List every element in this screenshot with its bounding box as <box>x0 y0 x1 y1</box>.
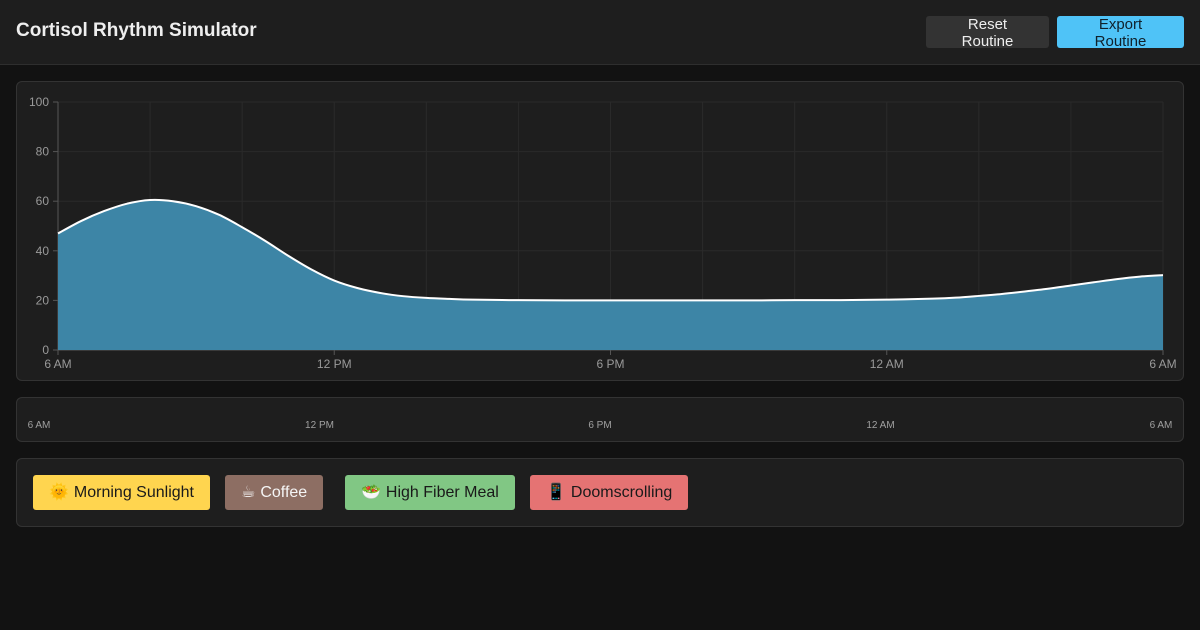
activity-label: Coffee <box>260 484 308 501</box>
cortisol-chart-panel: 0 20 40 60 80 100 6 AM 12 PM 6 PM 12 AM 6 AM <box>16 81 1184 381</box>
app-title: Cortisol Rhythm Simulator <box>16 20 257 41</box>
activity-doomscrolling[interactable]: 📱 Doomscrolling <box>530 475 689 510</box>
export-routine-button[interactable]: Export Routine <box>1057 16 1184 50</box>
activity-morning-sunlight[interactable]: 🌞 Morning Sunlight <box>33 475 210 510</box>
activity-high-fiber-meal[interactable]: 🥗 High Fiber Meal <box>345 475 515 510</box>
x-tick-label: 6 AM <box>1149 357 1176 371</box>
y-tick-label: 0 <box>42 343 49 357</box>
coffee-cup-icon: ☕ <box>241 484 256 501</box>
activity-label: Morning Sunlight <box>73 484 194 501</box>
y-tick-label: 100 <box>29 95 49 109</box>
timeline-time-label: 6 AM <box>1149 420 1173 431</box>
x-tick-label: 6 PM <box>596 357 624 371</box>
activity-label: Doomscrolling <box>570 484 673 501</box>
reset-routine-button[interactable]: Reset Routine <box>926 16 1049 50</box>
timeline-time-label: 6 PM <box>588 420 612 431</box>
timeline-time-label: 6 AM <box>27 420 51 431</box>
y-tick-label: 80 <box>36 145 50 159</box>
y-tick-label: 20 <box>36 293 50 307</box>
cortisol-chart: 0 20 40 60 80 100 6 AM 12 PM 6 PM 12 AM 6 AM <box>29 95 1177 371</box>
timeline-time-label: 12 AM <box>866 420 895 431</box>
activity-label: High Fiber Meal <box>385 484 499 501</box>
y-tick-label: 40 <box>36 244 50 258</box>
x-tick-label: 12 PM <box>317 357 352 371</box>
activity-palette: 🌞 Morning Sunlight ☕ Coffee 🥗 High Fiber Me… <box>16 458 1184 527</box>
x-tick-label: 6 AM <box>44 357 71 371</box>
x-tick-label: 12 AM <box>870 357 904 371</box>
salad-bowl-icon: 🥗 <box>361 484 381 501</box>
activity-coffee[interactable]: ☕ Coffee <box>225 475 324 510</box>
routine-timeline[interactable]: 6 AM 12 PM 6 PM 12 AM 6 AM <box>16 397 1184 442</box>
sun-icon: 🌞 <box>49 484 69 501</box>
timeline-time-label: 12 PM <box>305 420 334 431</box>
y-tick-label: 60 <box>36 194 50 208</box>
app-header: Cortisol Rhythm Simulator Reset Routine … <box>0 0 1200 65</box>
phone-icon: 📱 <box>546 484 566 501</box>
